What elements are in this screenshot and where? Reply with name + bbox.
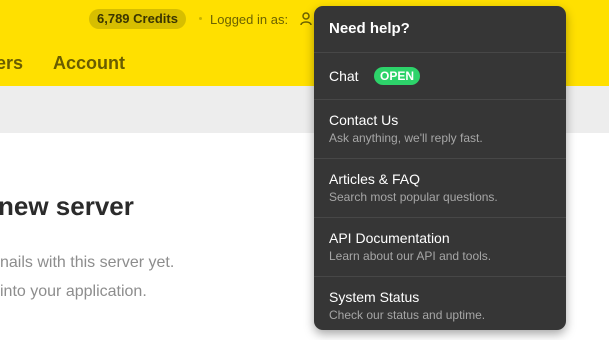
help-item-chat[interactable]: Chat OPEN xyxy=(314,53,566,100)
empty-state-text: nails with this server yet. xyxy=(0,254,175,271)
help-dropdown-menu: Need help? Chat OPEN Contact Us Ask anyt… xyxy=(314,6,566,330)
help-item-label: API Documentation xyxy=(329,230,450,246)
help-item-articles-faq[interactable]: Articles & FAQ Search most popular quest… xyxy=(314,159,566,218)
help-item-description: Check our status and uptime. xyxy=(329,308,486,322)
help-item-api-documentation[interactable]: API Documentation Learn about our API an… xyxy=(314,218,566,277)
help-item-system-status[interactable]: System Status Check our status and uptim… xyxy=(314,277,566,330)
help-item-contact-us[interactable]: Contact Us Ask anything, we'll reply fas… xyxy=(314,100,566,159)
help-item-description: Ask anything, we'll reply fast. xyxy=(329,131,483,145)
empty-state-subtext: into your application. xyxy=(0,283,147,300)
credits-badge[interactable]: 6,789 Credits xyxy=(89,9,186,29)
page-title: new server xyxy=(0,191,134,221)
chat-status-badge: OPEN xyxy=(374,67,421,85)
nav-item-servers[interactable]: ers xyxy=(0,52,23,74)
help-item-label: System Status xyxy=(329,289,420,305)
help-item-description: Search most popular questions. xyxy=(329,190,498,204)
logged-in-label: Logged in as: xyxy=(210,12,289,27)
help-item-label: Chat xyxy=(329,68,359,84)
help-menu-title: Need help? xyxy=(329,20,410,37)
nav-item-account[interactable]: Account xyxy=(53,52,125,74)
help-menu-header: Need help? xyxy=(314,6,566,53)
help-item-label: Contact Us xyxy=(329,112,399,128)
separator-dot xyxy=(199,17,202,20)
help-item-label: Articles & FAQ xyxy=(329,171,421,187)
user-icon[interactable] xyxy=(300,12,312,26)
help-item-description: Learn about our API and tools. xyxy=(329,249,492,263)
